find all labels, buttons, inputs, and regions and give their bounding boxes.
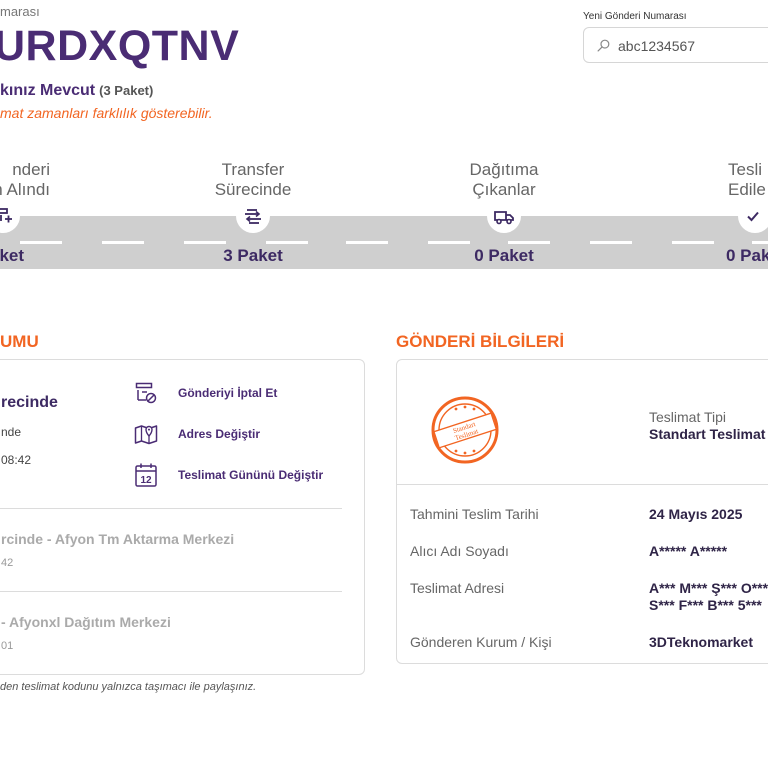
step-received-title: nderin Alındı <box>0 160 50 199</box>
svg-text:12: 12 <box>140 475 152 486</box>
search-label: Yeni Gönderi Numarası <box>583 11 687 22</box>
change-delivery-day-label: Teslimat Gününü Değiştir <box>178 468 324 482</box>
shipment-info-section-title: GÖNDERİ BİLGİLERİ <box>396 332 565 351</box>
delivery-code-note: den teslimat kodunu yalnızca taşımacı il… <box>0 681 257 693</box>
step-out-for-delivery-count: 0 Paket <box>474 246 534 265</box>
change-delivery-day-button[interactable]: 12 Teslimat Gününü Değiştir <box>134 462 323 488</box>
step-transfer-title: Transfer Sürecinde <box>214 160 292 199</box>
estimated-delivery-label: Tahmini Teslim Tarihi <box>410 506 539 522</box>
progress-road <box>0 216 768 269</box>
delivery-address-value-line2: S*** F*** B*** 5*** <box>649 597 762 613</box>
recipient-name-value: A***** A***** <box>649 543 728 559</box>
shipment-status-card: recinde nde 08:42 Gönderiyi İptal Et Adr… <box>0 359 365 675</box>
step-received-count: aket <box>0 246 25 265</box>
sender-value: 3DTeknomarket <box>649 634 754 650</box>
shipment-status-section-title: UMU <box>0 332 39 351</box>
step-transfer-count: 3 Paket <box>223 246 283 265</box>
divider <box>0 591 342 592</box>
search-box[interactable] <box>583 27 768 63</box>
delivery-type-value: Standart Teslimat <box>649 426 766 442</box>
step-delivered-title: Tesli Edile <box>728 160 766 199</box>
recipient-name-label: Alıcı Adı Soyadı <box>410 543 509 559</box>
transfer-icon <box>236 199 270 233</box>
truck-icon <box>487 199 521 233</box>
divider <box>397 484 768 485</box>
delivery-address-label: Teslimat Adresi <box>410 580 505 596</box>
search-input[interactable] <box>618 36 768 56</box>
calendar-icon: 12 <box>135 463 157 487</box>
history-item-time: 42 <box>1 557 14 569</box>
history-item-title: - Afyonxl Dağıtım Merkezi <box>1 614 171 630</box>
standard-delivery-stamp: Standart Teslimat <box>430 395 500 465</box>
change-address-label: Adres Değiştir <box>178 427 261 441</box>
sender-label: Gönderen Kurum / Kişi <box>410 634 552 650</box>
search-icon <box>597 39 610 52</box>
map-icon <box>134 425 158 445</box>
cancel-shipment-label: Gönderiyi İptal Et <box>178 386 278 400</box>
history-item-title: rcinde - Afyon Tm Aktarma Merkezi <box>1 531 235 547</box>
history-item-time: 01 <box>1 640 14 652</box>
current-status: recinde <box>1 394 58 411</box>
status-text: kınız Mevcut <box>0 82 96 99</box>
step-out-for-delivery-title: Dağıtıma Çıkanlar <box>469 160 539 199</box>
delivery-address-value: A*** M*** Ş*** O*** <box>649 580 768 596</box>
cancel-shipment-button[interactable]: Gönderiyi İptal Et <box>134 381 277 405</box>
step-delivered-count: 0 Pak <box>726 246 768 265</box>
cancel-shipment-icon <box>135 382 157 404</box>
current-location: nde <box>1 425 22 439</box>
change-address-button[interactable]: Adres Değiştir <box>134 423 260 445</box>
tracking-number: URDXQTNV <box>0 22 240 70</box>
delivery-type-label: Teslimat Tipi <box>649 409 727 425</box>
package-count: (3 Paket) <box>99 83 154 98</box>
delivery-time-note: mat zamanları farklılık gösterebilir. <box>0 105 213 121</box>
tracking-number-label: marası <box>0 4 40 19</box>
shipment-status-summary: kınız Mevcut (3 Paket) <box>0 82 153 100</box>
divider <box>0 508 342 509</box>
shipment-info-card: Standart Teslimat Teslimat Tipi Standart… <box>396 359 768 664</box>
current-time: 08:42 <box>1 453 32 467</box>
estimated-delivery-value: 24 Mayıs 2025 <box>649 506 743 522</box>
check-icon <box>738 199 768 233</box>
